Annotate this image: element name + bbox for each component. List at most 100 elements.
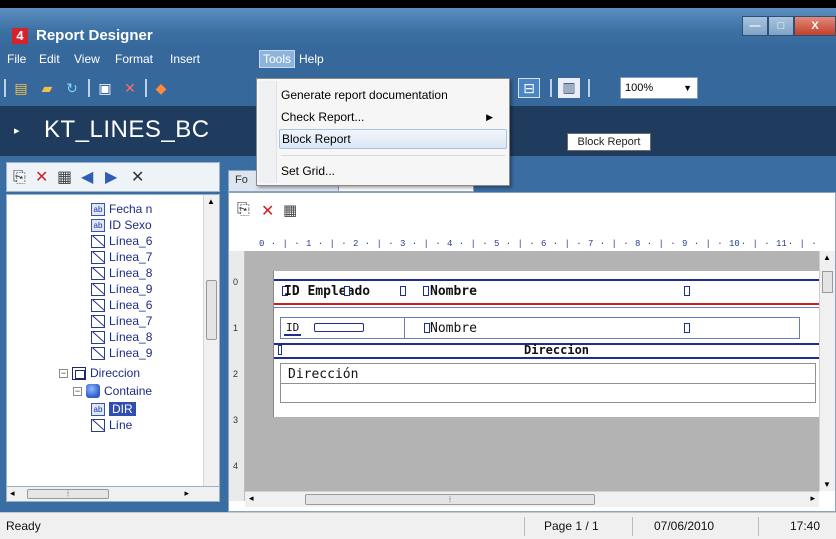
tree-vertical-scrollbar[interactable]: ▲ ▼ [203,195,219,495]
menu-help[interactable]: Help [296,51,327,67]
save-icon[interactable]: ▣ [96,79,114,97]
maximize-button[interactable]: □ [768,16,794,36]
ruler-tick: · [623,239,629,249]
resize-handle[interactable] [344,286,350,296]
resize-handle[interactable] [684,286,690,296]
tree-item[interactable]: Línea_6 [91,297,152,313]
resize-handle[interactable] [400,286,406,296]
menu-file[interactable]: File [4,51,29,67]
canvas-vertical-scrollbar[interactable]: ▲ ▼ [819,251,835,491]
status-divider [524,517,525,536]
tree-item[interactable]: Líne [91,417,132,433]
properties-icon[interactable]: ▦ [57,169,72,187]
close-button[interactable]: X [794,16,836,36]
menu-item-block-report[interactable]: Block Report [279,129,507,149]
menu-format[interactable]: Format [112,51,156,67]
tree-item[interactable]: ab Fecha n [91,201,152,217]
header-id-empleado[interactable]: ID Empleado [284,284,370,299]
scroll-thumb[interactable] [822,271,833,293]
tree-item[interactable]: Línea_8 [91,265,152,281]
properties-icon[interactable]: ▦ [283,201,297,219]
tree-item[interactable]: ab ID Sexo [91,217,152,233]
status-time: 17:40 [790,519,821,533]
menu-item-set-grid[interactable]: Set Grid... [279,161,507,181]
tree-horizontal-scrollbar[interactable]: ◂ ⦙ ▸ [6,486,220,502]
menu-bar: File Edit View Format Insert Tools Help [0,48,836,70]
tree-item[interactable]: − Direccion [59,365,140,381]
resize-handle[interactable] [423,286,429,296]
scroll-down-icon[interactable]: ▼ [823,480,831,489]
tree-item[interactable]: − Containe [73,383,152,399]
scroll-right-icon[interactable]: ▸ [810,493,815,504]
expand-arrow-icon[interactable]: ▸ [14,124,20,137]
tree-item[interactable]: Línea_7 [91,313,152,329]
group-title[interactable]: Direccion [524,343,589,357]
ruler-tick: · [341,239,347,249]
open-folder-icon[interactable]: ▰ [38,79,56,97]
tree-item[interactable]: Línea_8 [91,329,152,345]
ruler-label: 10 [729,239,740,249]
ruler-tick: · [740,239,747,249]
tree-item[interactable]: Línea_7 [91,249,152,265]
delete-icon[interactable]: ✕ [261,201,274,221]
detail-nombre-field[interactable]: Nombre [430,321,477,336]
scroll-up-icon[interactable]: ▲ [207,197,215,206]
ruler-tick: · [411,239,418,249]
delete-icon[interactable]: ✕ [121,79,139,97]
chevron-down-icon: ▼ [683,83,692,93]
tree-item[interactable]: Línea_9 [91,345,152,361]
block-report-icon[interactable]: ⊟ [518,78,540,98]
line-icon [91,330,105,344]
menu-item-generate-documentation[interactable]: Generate report documentation [279,85,507,105]
delete-icon[interactable]: ✕ [35,169,48,187]
menu-edit[interactable]: Edit [36,51,63,67]
scroll-left-icon[interactable]: ◂ [249,493,254,504]
new-item-icon[interactable]: ⎘ [13,169,26,187]
detail-id-box[interactable] [314,323,364,332]
collapse-icon[interactable]: − [73,386,82,396]
tree-item-selected[interactable]: ab DIR [91,401,136,417]
zoom-select[interactable]: 100% ▼ [620,77,698,99]
report-name: KT_LINES_BC [44,116,210,143]
menu-insert[interactable]: Insert [167,51,203,67]
resize-handle[interactable] [278,345,282,355]
field-icon: ab [91,202,105,216]
minimize-button[interactable]: — [742,16,768,36]
line-icon [91,250,105,264]
detail-id-field[interactable]: ID [284,321,302,336]
ruler-label: 4 [447,239,453,249]
preview-icon[interactable]: ▥ [558,78,580,98]
menu-item-check-report[interactable]: Check Report... ▶ [279,107,507,127]
close-icon[interactable]: ✕ [131,169,144,187]
field-icon: ab [91,218,105,232]
canvas-horizontal-scrollbar[interactable]: ◂ ⦙ ▸ [245,491,819,507]
menu-view[interactable]: View [71,51,103,67]
new-report-icon[interactable]: ▤ [12,79,30,97]
new-item-icon[interactable]: ⎘ [237,201,250,219]
collapse-icon[interactable]: − [59,368,68,378]
scroll-thumb[interactable]: ⦙ [27,489,109,499]
ruler-tick: · [364,239,371,249]
tree-item[interactable]: Línea_9 [91,281,152,297]
menu-tools[interactable]: Tools [259,50,296,68]
scroll-thumb[interactable]: ⦙ [305,494,595,505]
refresh-icon[interactable]: ↻ [63,79,81,97]
ruler-tick: · [670,239,676,249]
scroll-thumb[interactable] [206,280,217,340]
scroll-up-icon[interactable]: ▲ [823,253,831,262]
line-icon [91,234,105,248]
scroll-left-icon[interactable]: ◂ [10,488,15,499]
direccion-field[interactable]: Dirección [288,367,358,382]
move-left-icon[interactable]: ◀ [81,169,93,187]
resize-handle[interactable] [684,323,690,333]
move-right-icon[interactable]: ▶ [105,169,117,187]
design-canvas: ⎘ ✕ ▦ 0 · | · 1 · | · 2 · | · 3 · | · 4 · | · 5 · | · 6 · | · 7 · | · 8 ·… [228,192,836,512]
bring-forward-icon[interactable]: ◆ [152,79,170,97]
title-bar: 4 Report Designer — □ X [0,8,836,48]
line-icon [91,346,105,360]
scroll-right-icon[interactable]: ▸ [184,488,189,499]
tree-item[interactable]: Línea_6 [91,233,152,249]
ruler-tick: · [764,239,770,249]
zoom-value: 100% [625,82,654,94]
header-nombre[interactable]: Nombre [430,284,477,299]
